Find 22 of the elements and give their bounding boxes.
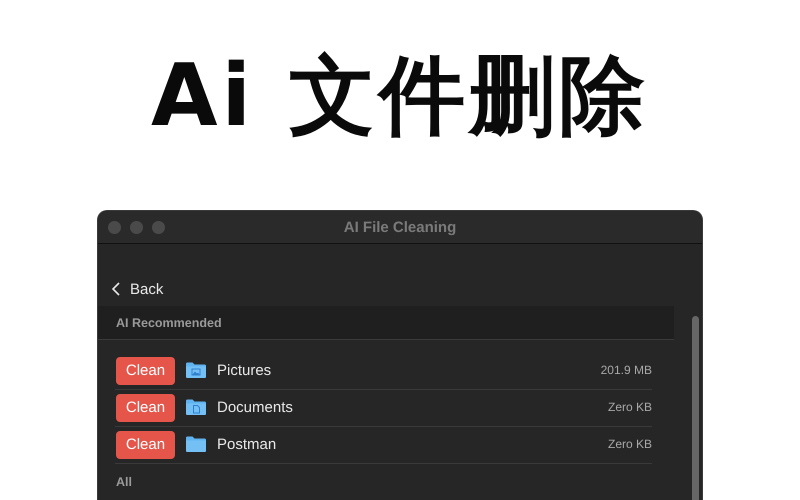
folder-size: Zero KB — [608, 400, 652, 414]
scrollbar-thumb[interactable] — [692, 316, 698, 500]
folder-name: Pictures — [217, 362, 272, 378]
folder-size: 201.9 MB — [600, 363, 652, 377]
chevron-left-icon — [112, 282, 120, 296]
minimize-button[interactable] — [130, 220, 143, 234]
folder-size: Zero KB — [608, 437, 652, 451]
clean-button[interactable]: Clean — [116, 356, 175, 384]
folder-icon — [185, 398, 207, 416]
section-header: All — [116, 475, 132, 489]
zoom-button[interactable] — [152, 220, 165, 234]
headline: Ai 文件删除 — [151, 48, 649, 144]
folder-name: Documents — [217, 398, 294, 416]
folder-icon — [185, 435, 207, 453]
window-title: AI File Cleaning — [344, 218, 456, 236]
clean-button[interactable]: Clean — [116, 430, 175, 458]
folder-name: Postman — [217, 436, 278, 452]
back-button[interactable]: Back — [112, 280, 164, 298]
folder-icon — [185, 361, 207, 379]
clean-button[interactable]: Clean — [116, 394, 175, 422]
section-header: AI Recommended — [98, 306, 674, 340]
close-button[interactable] — [108, 220, 121, 234]
